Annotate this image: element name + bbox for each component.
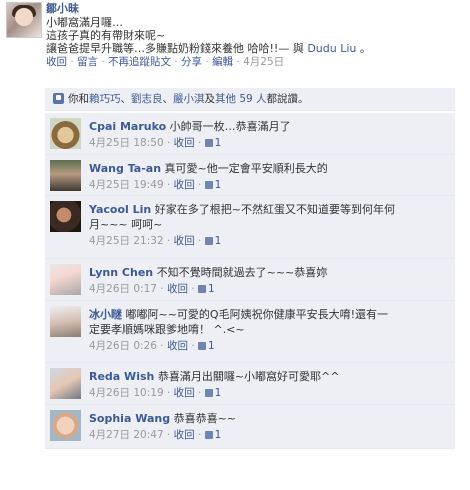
like-icon: [204, 181, 213, 189]
likes-sep: 、: [120, 93, 132, 105]
comment-time[interactable]: 4月26日 0:26: [89, 340, 157, 352]
comment: Yacool Lin 好家在多了根把~不然紅蛋又不知道要等到何年何 月~~~ 呵…: [45, 196, 455, 259]
comment-meta: 4月27日 20:47 · 收回 · 1: [89, 429, 222, 441]
commenter-avatar[interactable]: [50, 410, 81, 441]
comment-like-count[interactable]: 1: [215, 387, 222, 399]
with-suffix: 。: [359, 42, 371, 55]
likes-bar: 你和賴巧巧、劉志良、嚴小淇及其他 59 人都說讚。: [45, 88, 455, 111]
commenter-avatar[interactable]: [50, 118, 81, 149]
comment-text: 恭喜恭喜~~: [173, 412, 237, 425]
like-icon: [198, 342, 206, 350]
like-icon: [204, 237, 213, 245]
author-avatar[interactable]: [6, 2, 42, 38]
post-body: 鄒小昧 小嘟窩滿月囉… 這孩子真的有帶財來呢~ 讓爸爸提早升職等…多賺點奶粉錢來…: [46, 2, 464, 69]
post-line-3: 讓爸爸提早升職等…多賺點奶粉錢來養他 哈哈!!— 與 Dudu Liu 。: [46, 42, 464, 55]
post-line-2: 這孩子真的有帶財來呢~: [46, 29, 166, 42]
comment-like-count[interactable]: 1: [215, 429, 222, 441]
comment-meta: 4月26日 0:17 · 收回 · 1: [89, 283, 215, 295]
post-line-1: 小嘟窩滿月囉…: [46, 16, 123, 29]
post-actions: 收回 · 留言 · 不再追蹤貼文 · 分享 · 編輯 · 4月25日: [46, 56, 285, 68]
liker-link[interactable]: 嚴小淇: [173, 93, 205, 105]
comment-like-count[interactable]: 1: [208, 340, 215, 352]
avatar-face: [15, 8, 33, 26]
comment-text-cont: 月~~~ 呵呵~: [89, 218, 163, 231]
likes-prefix: 你和: [68, 93, 89, 105]
like-icon: [204, 431, 213, 439]
comment: Wang Ta-an 真可愛~他一定會平安順利長大的 4月25日 19:49 ·…: [45, 155, 455, 196]
tagged-user-link[interactable]: Dudu Liu: [307, 42, 356, 55]
commenter-avatar[interactable]: [50, 201, 81, 232]
comment-text: 好家在多了根把~不然紅蛋又不知道要等到何年何: [154, 203, 395, 216]
comment: Reda Wish 恭喜滿月出關囉~小嘟窩好可愛耶^^ 4月26日 10:19 …: [45, 363, 455, 405]
comment-time[interactable]: 4月26日 0:17: [89, 283, 157, 295]
undo-link[interactable]: 收回: [46, 56, 67, 68]
comment: Sophia Wang 恭喜恭喜~~ 4月27日 20:47 · 收回 · 1: [45, 405, 455, 449]
comment-author[interactable]: 冰小瞇: [89, 308, 122, 321]
comment-text: 真可愛~他一定會平安順利長大的: [164, 162, 328, 175]
comment-text: 不知不覺時間就過去了~~~恭喜妳: [156, 266, 328, 279]
comment-like-count[interactable]: 1: [208, 283, 215, 295]
commenter-avatar[interactable]: [50, 306, 81, 337]
like-icon: [198, 285, 206, 293]
comment-text: 恭喜滿月出關囉~小嘟窩好可愛耶^^: [157, 370, 340, 383]
undo-like-link[interactable]: 收回: [174, 179, 195, 191]
undo-like-link[interactable]: 收回: [174, 429, 195, 441]
comment-author[interactable]: Lynn Chen: [89, 266, 153, 279]
comment-time[interactable]: 4月26日 10:19: [89, 387, 164, 399]
comment-time[interactable]: 4月25日 18:50: [89, 137, 164, 149]
like-icon: [204, 139, 213, 147]
likes-and: 及: [204, 93, 216, 105]
undo-like-link[interactable]: 收回: [167, 340, 188, 352]
commenter-avatar[interactable]: [50, 264, 81, 295]
undo-like-link[interactable]: 收回: [174, 387, 195, 399]
undo-like-link[interactable]: 收回: [174, 235, 195, 247]
with-prefix: 與: [292, 42, 304, 55]
comment-author[interactable]: Wang Ta-an: [89, 162, 161, 175]
like-icon: [204, 389, 213, 397]
undo-like-link[interactable]: 收回: [167, 283, 188, 295]
comment-meta: 4月26日 0:26 · 收回 · 1: [89, 340, 215, 352]
likes-others-link[interactable]: 其他 59 人: [215, 93, 267, 105]
comment-like-count[interactable]: 1: [215, 137, 222, 149]
comment-text: 小帥哥一枚…恭喜滿月了: [169, 120, 291, 133]
commenter-avatar[interactable]: [50, 368, 81, 399]
thumbs-up-icon: [53, 93, 64, 104]
post-line-3-text: 讓爸爸提早升職等…多賺點奶粉錢來養他 哈哈!!—: [46, 42, 290, 55]
comment-link[interactable]: 留言: [77, 56, 98, 68]
post-author[interactable]: 鄒小昧: [46, 2, 464, 16]
liker-link[interactable]: 劉志良: [131, 93, 163, 105]
comment-meta: 4月26日 10:19 · 收回 · 1: [89, 387, 222, 399]
comment: 冰小瞇 嘟嘟阿~~可愛的Q毛阿姨祝你健康平安長大唷!還有一 定要孝順媽咪跟爹地唷…: [45, 301, 455, 363]
comment-meta: 4月25日 18:50 · 收回 · 1: [89, 137, 222, 149]
undo-like-link[interactable]: 收回: [174, 137, 195, 149]
commenter-avatar[interactable]: [50, 160, 81, 191]
post-date[interactable]: 4月25日: [243, 56, 284, 68]
comment-author[interactable]: Sophia Wang: [89, 412, 170, 425]
edit-link[interactable]: 編輯: [212, 56, 233, 68]
comment-author[interactable]: Cpai Maruko: [89, 120, 166, 133]
share-link[interactable]: 分享: [181, 56, 202, 68]
liker-link[interactable]: 賴巧巧: [89, 93, 121, 105]
comment-meta: 4月25日 21:32 · 收回 · 1: [89, 235, 222, 247]
comment-time[interactable]: 4月25日 19:49: [89, 179, 164, 191]
comment-author[interactable]: Reda Wish: [89, 370, 154, 383]
unfollow-link[interactable]: 不再追蹤貼文: [108, 56, 171, 68]
comment: Lynn Chen 不知不覺時間就過去了~~~恭喜妳 4月26日 0:17 · …: [45, 259, 455, 301]
comment-like-count[interactable]: 1: [215, 179, 222, 191]
comment-meta: 4月25日 19:49 · 收回 · 1: [89, 179, 222, 191]
comment: Cpai Maruko 小帥哥一枚…恭喜滿月了 4月25日 18:50 · 收回…: [45, 113, 455, 155]
comment-like-count[interactable]: 1: [215, 235, 222, 247]
likes-suffix: 都說讚。: [266, 93, 309, 105]
likes-sep: 、: [162, 93, 174, 105]
comment-author[interactable]: Yacool Lin: [89, 203, 151, 216]
comment-time[interactable]: 4月25日 21:32: [89, 235, 164, 247]
comment-text: 嘟嘟阿~~可愛的Q毛阿姨祝你健康平安長大唷!還有一: [125, 308, 389, 321]
comment-time[interactable]: 4月27日 20:47: [89, 429, 164, 441]
comment-text-cont: 定要孝順媽咪跟爹地唷！ ^.<~: [89, 323, 245, 336]
